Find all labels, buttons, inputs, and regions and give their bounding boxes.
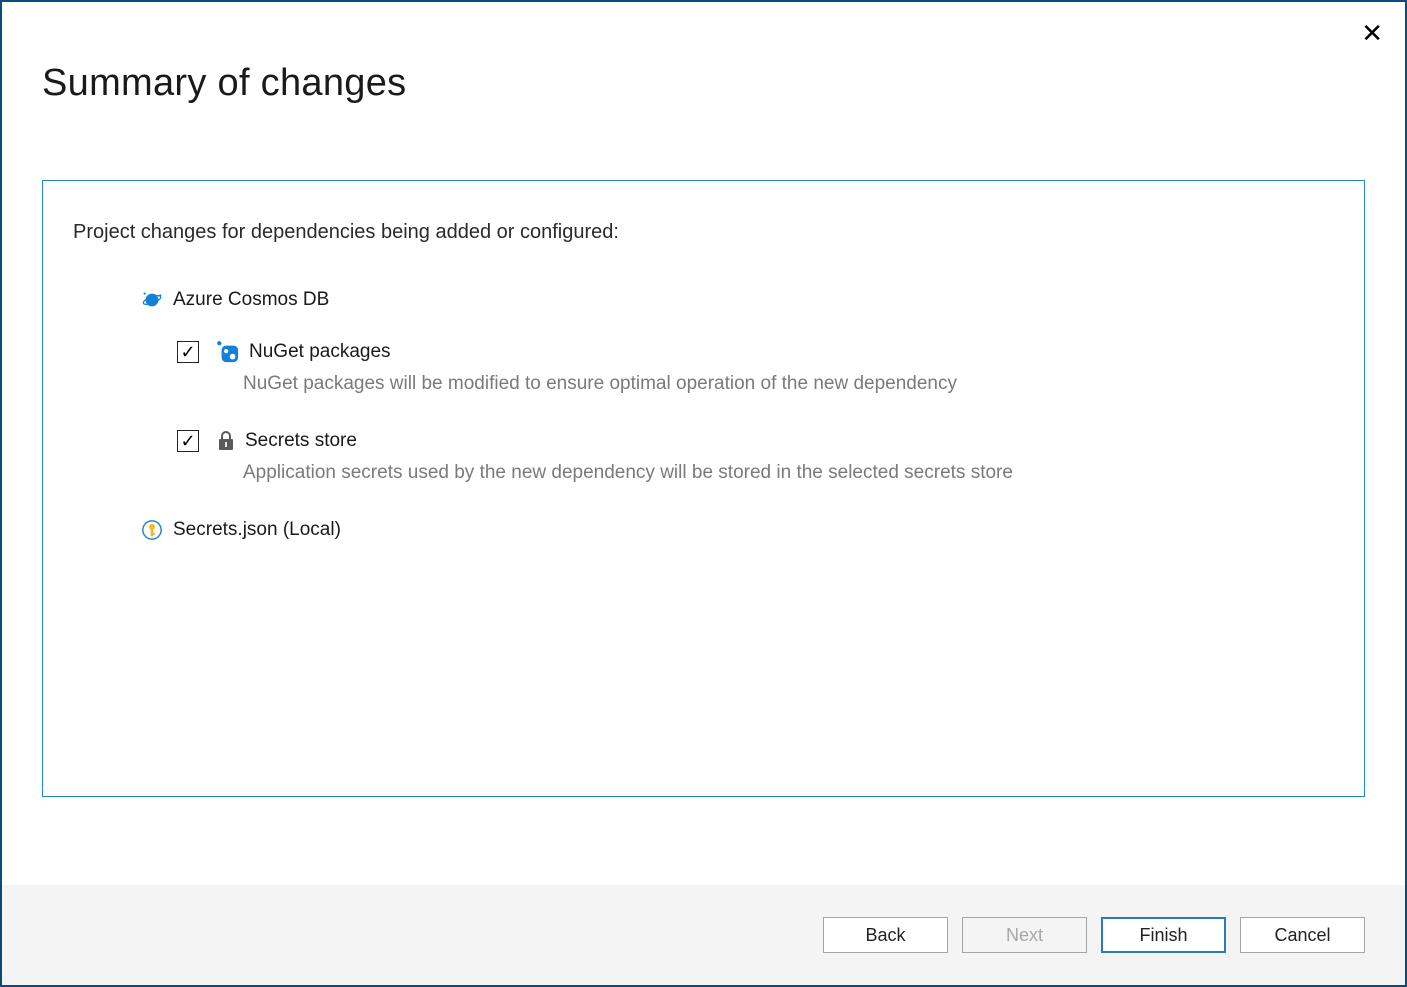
cosmos-db-icon — [141, 289, 163, 311]
tree-item-label: Azure Cosmos DB — [173, 289, 329, 311]
tree-item-secrets-json: Secrets.json (Local) — [141, 519, 1334, 541]
cancel-button[interactable]: Cancel — [1240, 917, 1365, 953]
changes-panel: Project changes for dependencies being a… — [42, 180, 1365, 797]
secrets-store-label: Secrets store — [245, 430, 357, 452]
intro-text: Project changes for dependencies being a… — [73, 221, 1334, 244]
back-button[interactable]: Back — [823, 917, 948, 953]
secrets-json-label: Secrets.json (Local) — [173, 519, 341, 541]
lock-icon — [217, 431, 235, 451]
change-item-secrets-store: ✓ Secrets store — [177, 430, 1334, 452]
nuget-icon — [217, 341, 239, 363]
finish-button[interactable]: Finish — [1101, 917, 1226, 953]
page-title: Summary of changes — [42, 62, 1405, 105]
next-button: Next — [962, 917, 1087, 953]
nuget-checkbox[interactable]: ✓ — [177, 341, 199, 363]
tree-item-cosmos: Azure Cosmos DB — [141, 289, 1334, 311]
secrets-store-checkbox[interactable]: ✓ — [177, 430, 199, 452]
key-icon — [141, 519, 163, 541]
dialog-footer: Back Next Finish Cancel — [2, 885, 1405, 985]
close-icon[interactable]: ✕ — [1361, 20, 1383, 46]
secrets-store-description: Application secrets used by the new depe… — [243, 462, 1334, 484]
nuget-description: NuGet packages will be modified to ensur… — [243, 373, 1334, 395]
change-item-nuget: ✓ NuGet packages — [177, 341, 1334, 363]
nuget-label: NuGet packages — [249, 341, 391, 363]
